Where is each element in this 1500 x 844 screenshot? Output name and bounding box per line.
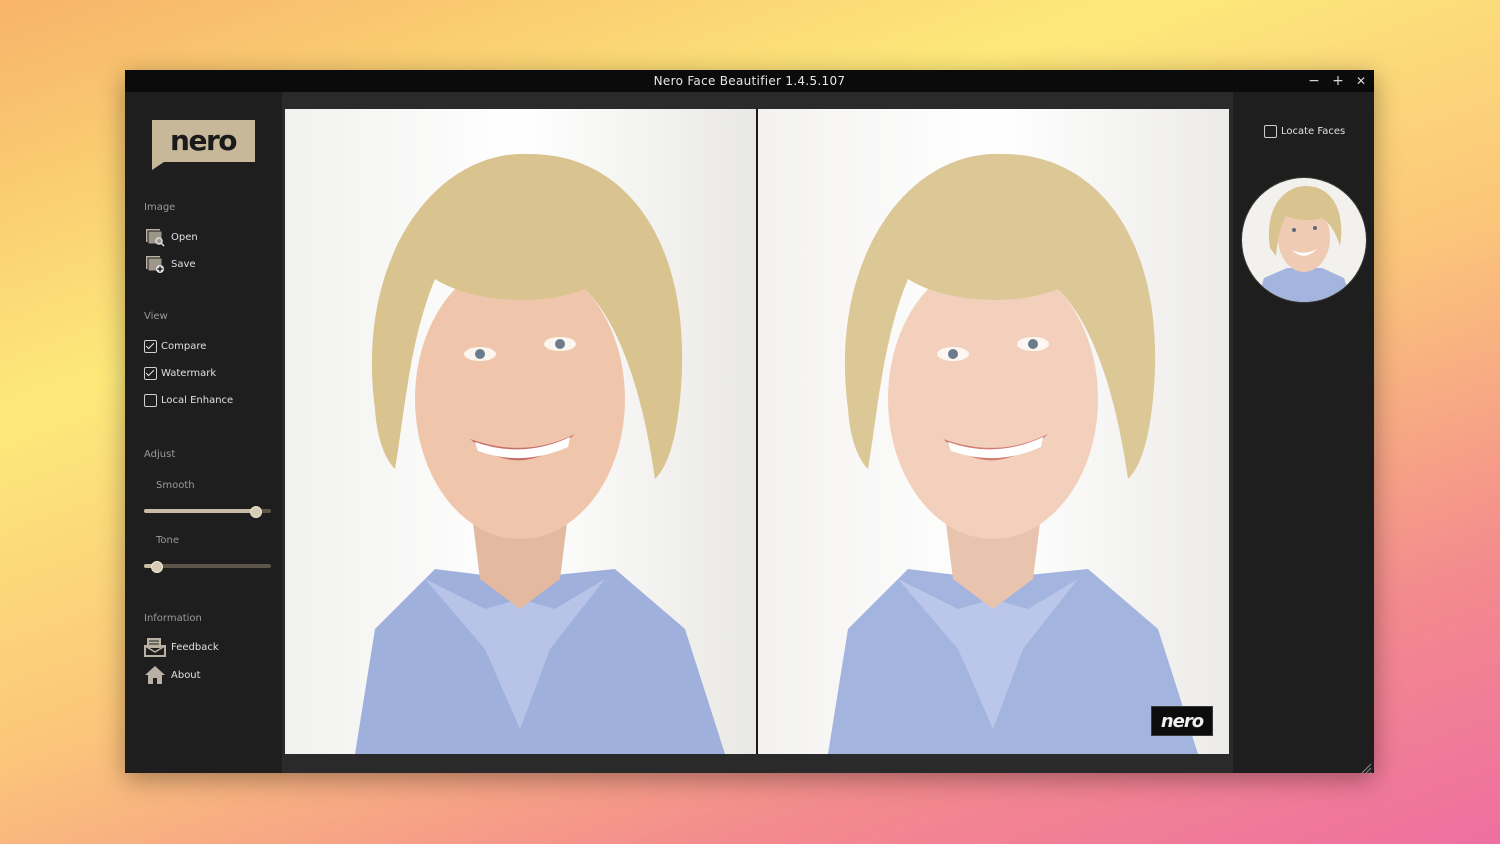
locate-faces-checkbox[interactable]: Locate Faces bbox=[1264, 123, 1345, 139]
image-canvas[interactable]: nero bbox=[282, 92, 1233, 773]
feedback-icon bbox=[144, 636, 166, 658]
open-folder-icon bbox=[144, 226, 166, 248]
local-enhance-checkbox[interactable]: Local Enhance bbox=[144, 392, 233, 408]
save-folder-icon bbox=[144, 253, 166, 275]
maximize-button[interactable]: + bbox=[1327, 71, 1349, 91]
feedback-label: Feedback bbox=[171, 641, 219, 653]
section-information: Information bbox=[144, 613, 202, 624]
save-button[interactable]: Save bbox=[144, 253, 196, 275]
sidebar: nero Image Open Save View Compare Waterm… bbox=[125, 92, 282, 773]
logo-text: nero bbox=[170, 124, 237, 157]
tone-label: Tone bbox=[156, 535, 180, 546]
compare-checkbox[interactable]: Compare bbox=[144, 338, 206, 354]
section-image: Image bbox=[144, 202, 176, 213]
right-panel: Locate Faces bbox=[1233, 92, 1374, 773]
slider-thumb[interactable] bbox=[150, 561, 163, 573]
section-adjust: Adjust bbox=[144, 449, 176, 460]
open-label: Open bbox=[171, 231, 198, 243]
slider-track bbox=[144, 564, 271, 568]
checkbox-box[interactable] bbox=[144, 339, 157, 353]
locate-faces-label: Locate Faces bbox=[1281, 125, 1346, 137]
resize-grip-icon[interactable] bbox=[1360, 759, 1372, 774]
smooth-slider[interactable] bbox=[144, 505, 271, 518]
compare-label: Compare bbox=[161, 340, 207, 352]
about-label: About bbox=[171, 669, 201, 681]
about-button[interactable]: About bbox=[144, 664, 201, 686]
open-button[interactable]: Open bbox=[144, 226, 198, 248]
save-label: Save bbox=[171, 258, 196, 270]
beautified-photo[interactable]: nero bbox=[758, 109, 1229, 754]
watermark-label: Watermark bbox=[161, 367, 217, 379]
face-thumbnail[interactable] bbox=[1241, 177, 1367, 303]
section-view: View bbox=[144, 311, 168, 322]
smooth-label: Smooth bbox=[156, 480, 195, 491]
tone-slider[interactable] bbox=[144, 560, 271, 573]
slider-thumb[interactable] bbox=[249, 506, 262, 518]
checkbox-box[interactable] bbox=[1264, 124, 1277, 138]
nero-logo: nero bbox=[152, 120, 255, 170]
title-bar[interactable]: Nero Face Beautifier 1.4.5.107 − + ✕ bbox=[125, 70, 1374, 92]
home-icon bbox=[144, 664, 166, 686]
feedback-button[interactable]: Feedback bbox=[144, 636, 219, 658]
checkbox-box[interactable] bbox=[144, 366, 157, 380]
watermark-checkbox[interactable]: Watermark bbox=[144, 365, 216, 381]
window-title: Nero Face Beautifier 1.4.5.107 bbox=[653, 74, 846, 88]
app-window: Nero Face Beautifier 1.4.5.107 − + ✕ ner… bbox=[125, 70, 1374, 774]
nero-watermark: nero bbox=[1151, 706, 1213, 736]
minimize-button[interactable]: − bbox=[1303, 71, 1325, 91]
original-photo[interactable] bbox=[285, 109, 756, 754]
close-button[interactable]: ✕ bbox=[1350, 71, 1372, 91]
slider-fill bbox=[144, 509, 256, 513]
checkbox-box[interactable] bbox=[144, 393, 157, 407]
local-enhance-label: Local Enhance bbox=[161, 394, 234, 406]
